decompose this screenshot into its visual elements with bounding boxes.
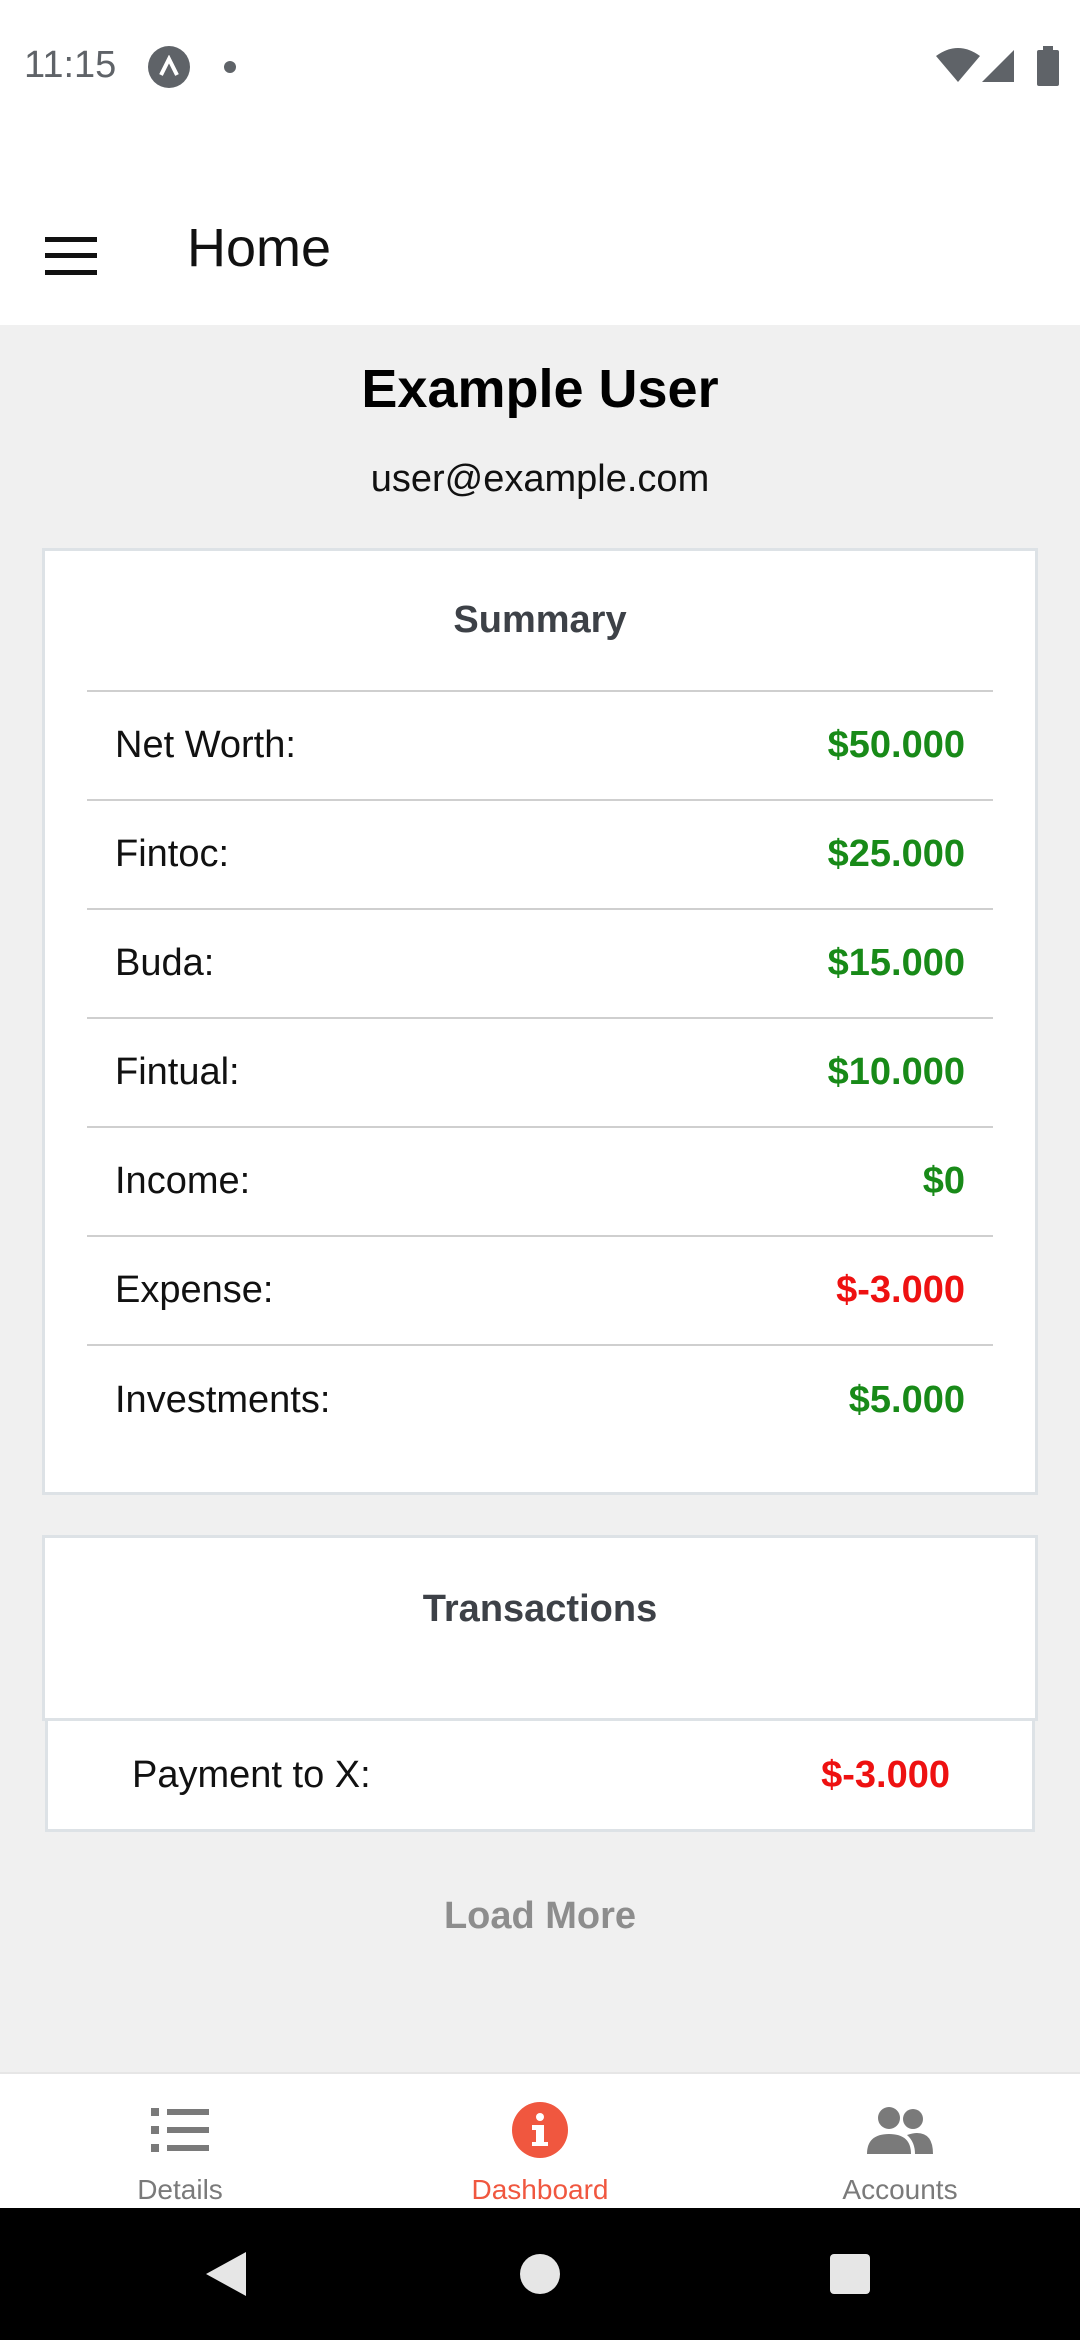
summary-row-value: $25.000 <box>827 833 965 875</box>
transactions-card: Transactions <box>42 1535 1038 1721</box>
summary-row-fintoc: Fintoc: $25.000 <box>87 801 993 910</box>
summary-row-value: $5.000 <box>848 1379 965 1421</box>
nav-label-details: Details <box>137 2174 223 2205</box>
summary-row-value: $50.000 <box>827 724 965 766</box>
nav-item-dashboard[interactable]: Dashboard <box>360 2074 720 2208</box>
summary-row-value: $15.000 <box>827 942 965 984</box>
summary-row-label: Fintoc: <box>115 833 230 875</box>
user-email: user@example.com <box>370 458 710 500</box>
back-triangle-icon <box>206 2252 246 2296</box>
info-icon <box>512 2102 568 2158</box>
summary-row-value: $-3.000 <box>836 1269 965 1311</box>
transaction-item[interactable]: Payment to X: $-3.000 <box>45 1718 1035 1832</box>
system-recents-button[interactable] <box>790 2208 910 2340</box>
nav-item-details[interactable]: Details <box>0 2074 360 2208</box>
summary-row-label: Net Worth: <box>115 724 296 766</box>
summary-row-label: Expense: <box>115 1269 274 1311</box>
list-icon <box>151 2108 209 2152</box>
summary-row-value: $0 <box>922 1160 965 1202</box>
system-back-button[interactable] <box>166 2208 286 2340</box>
hamburger-menu-icon <box>45 237 97 275</box>
transaction-label: Payment to X: <box>132 1753 371 1796</box>
summary-row-label: Investments: <box>115 1379 331 1421</box>
battery-icon <box>1037 46 1059 86</box>
nav-label-accounts: Accounts <box>842 2174 958 2205</box>
status-bar: 11:15 <box>0 0 1080 135</box>
system-navigation-bar <box>0 2208 1080 2340</box>
summary-row-label: Fintual: <box>115 1051 240 1093</box>
user-name: Example User <box>361 359 719 419</box>
home-circle-icon <box>520 2254 560 2294</box>
menu-button[interactable] <box>30 215 112 297</box>
summary-row-label: Buda: <box>115 942 215 984</box>
transactions-title: Transactions <box>422 1588 658 1630</box>
summary-row-value: $10.000 <box>827 1051 965 1093</box>
nav-label-dashboard: Dashboard <box>471 2174 609 2205</box>
summary-row-net-worth: Net Worth: $50.000 <box>87 692 993 801</box>
recents-square-icon <box>830 2254 870 2294</box>
summary-row-income: Income: $0 <box>87 1128 993 1237</box>
summary-card: Summary Net Worth: $50.000 Fintoc: $25.0… <box>42 548 1038 1495</box>
summary-row-investments: Investments: $5.000 <box>87 1346 993 1455</box>
wifi-icon <box>936 48 980 82</box>
status-time: 11:15 <box>24 44 117 86</box>
summary-title: Summary <box>453 599 627 641</box>
summary-row-label: Income: <box>115 1160 251 1202</box>
bottom-navigation: Details Dashboard Accounts <box>0 2072 1080 2208</box>
load-more-button[interactable]: Load More <box>390 1886 690 1946</box>
app-bar: Home <box>0 135 1080 325</box>
summary-row-expense: Expense: $-3.000 <box>87 1237 993 1346</box>
notification-dot-icon <box>224 61 236 73</box>
people-icon <box>867 2107 933 2154</box>
nav-item-accounts[interactable]: Accounts <box>720 2074 1080 2208</box>
summary-row-buda: Buda: $15.000 <box>87 910 993 1019</box>
summary-list: Net Worth: $50.000 Fintoc: $25.000 Buda:… <box>87 690 993 1455</box>
system-home-button[interactable] <box>480 2208 600 2340</box>
cellular-signal-icon <box>982 50 1014 82</box>
transaction-amount: $-3.000 <box>821 1753 950 1796</box>
app-notification-icon <box>148 46 190 88</box>
page-title: Home <box>187 218 332 278</box>
summary-row-fintual: Fintual: $10.000 <box>87 1019 993 1128</box>
